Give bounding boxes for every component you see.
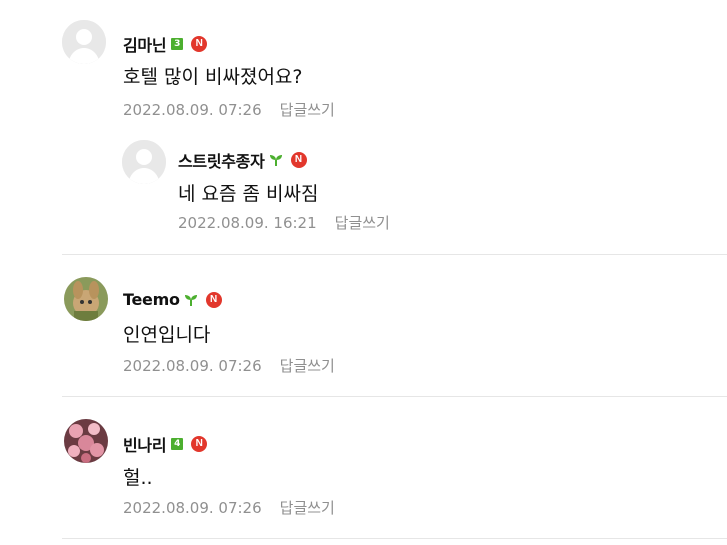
comment-meta: 2022.08.09. 07:26 답글쓰기 (123, 355, 335, 376)
new-badge-icon: N (290, 152, 307, 168)
divider (62, 254, 727, 255)
comment-text: 인연입니다 (123, 324, 211, 346)
reply-button[interactable]: 답글쓰기 (335, 214, 390, 232)
comment-meta: 2022.08.09. 07:26 답글쓰기 (123, 497, 335, 518)
author-name[interactable]: 스트릿추종자 (178, 148, 265, 172)
comment-text: 헐.. (123, 467, 153, 489)
user-avatar[interactable] (64, 419, 108, 463)
comment-meta: 2022.08.09. 16:21 답글쓰기 (178, 212, 390, 233)
comment-author: 빈나리 4 N (123, 432, 208, 456)
comment-date: 2022.08.09. 16:21 (178, 214, 317, 232)
new-badge-icon: N (191, 436, 208, 452)
author-name[interactable]: 김마닌 (123, 32, 167, 56)
author-name[interactable]: 빈나리 (123, 432, 167, 456)
comment-meta: 2022.08.09. 07:26 답글쓰기 (123, 99, 335, 120)
comment-text: 호텔 많이 비싸졌어요? (123, 66, 303, 88)
default-avatar-icon[interactable] (62, 20, 106, 64)
sprout-icon (269, 155, 282, 166)
user-avatar[interactable] (64, 277, 108, 321)
divider (62, 538, 727, 539)
comment-author: 스트릿추종자 N (178, 148, 307, 172)
comment-author: Teemo N (123, 290, 222, 309)
divider (62, 396, 727, 397)
author-name[interactable]: Teemo (123, 290, 180, 309)
comment-date: 2022.08.09. 07:26 (123, 357, 262, 375)
level-badge-icon: 3 (171, 38, 184, 50)
comment-text: 네 요즘 좀 비싸짐 (178, 183, 319, 205)
new-badge-icon: N (191, 36, 208, 52)
default-avatar-icon[interactable] (122, 140, 166, 184)
reply-button[interactable]: 답글쓰기 (280, 101, 335, 119)
reply-button[interactable]: 답글쓰기 (280, 357, 335, 375)
sprout-icon (184, 294, 197, 306)
reply-button[interactable]: 답글쓰기 (280, 499, 335, 517)
new-badge-icon: N (205, 291, 222, 308)
comment-date: 2022.08.09. 07:26 (123, 101, 262, 119)
comment-author: 김마닌 3 N (123, 32, 208, 56)
level-badge-icon: 4 (171, 438, 184, 450)
comment-date: 2022.08.09. 07:26 (123, 499, 262, 517)
